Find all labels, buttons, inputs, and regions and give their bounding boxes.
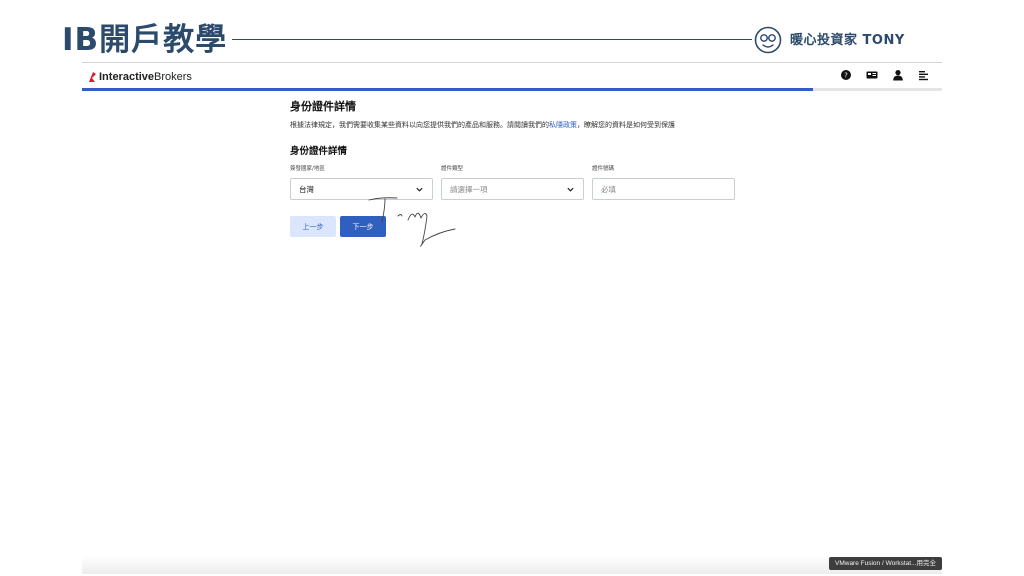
document-number-placeholder: 必填 — [601, 184, 616, 194]
vmware-tooltip: VMware Fusion / Workstat...用完全 — [829, 557, 942, 570]
section-title: 身份證件詳情 — [290, 146, 348, 157]
notice-text-after: ，瞭解您的資料是如何受到保護 — [577, 121, 675, 129]
menu-icon[interactable] — [918, 69, 930, 81]
ib-logo-text: InteractiveBrokers — [99, 70, 192, 84]
bottom-shade — [82, 556, 942, 574]
document-number-label: 證件號碼 — [592, 166, 615, 172]
top-icons: ? — [840, 69, 930, 81]
document-number-input[interactable]: 必填 — [592, 178, 735, 200]
ib-top-bar: InteractiveBrokers ? — [82, 64, 942, 88]
document-type-label: 證件類型 — [441, 166, 464, 172]
ib-logo[interactable]: InteractiveBrokers — [88, 70, 192, 84]
chevron-down-icon — [567, 187, 574, 192]
ib-logo-regular: Brokers — [154, 71, 192, 83]
id-card-icon[interactable] — [866, 69, 878, 81]
brand-name: 暖心投資家 TONY — [790, 33, 905, 48]
handwritten-signature — [368, 197, 456, 247]
help-icon[interactable]: ? — [840, 69, 852, 81]
ib-logo-mark-icon — [89, 72, 96, 82]
ib-window: InteractiveBrokers ? 身份證件詳情 根據法律規定，我們需要收… — [82, 64, 942, 574]
title-rule — [232, 39, 752, 40]
slide-divider — [82, 62, 942, 63]
issuing-country-value: 台灣 — [299, 184, 314, 194]
privacy-policy-link[interactable]: 私隱政策 — [549, 121, 577, 129]
progress-bar — [82, 88, 942, 91]
progress-bar-fill — [82, 88, 813, 91]
id-fields: 簽發國家/地區 台灣 證件類型 請選擇一項 證件號碼 必填 — [290, 166, 750, 200]
document-type-select[interactable]: 請選擇一項 — [441, 178, 584, 200]
form-content: 身份證件詳情 根據法律規定，我們需要收集某些資料以向您提供我們的產品和服務。請閱… — [290, 100, 750, 237]
svg-text:?: ? — [844, 72, 848, 80]
user-icon[interactable] — [892, 69, 904, 81]
issuing-country-label: 簽發國家/地區 — [290, 166, 325, 172]
document-number-field: 證件號碼 必填 — [592, 166, 735, 200]
notice-text-before: 根據法律規定，我們需要收集某些資料以向您提供我們的產品和服務。請閱讀我們的 — [290, 121, 549, 129]
ib-logo-bold: Interactive — [99, 71, 155, 83]
nav-buttons: 上一步 下一步 — [290, 216, 750, 237]
document-type-field: 證件類型 請選擇一項 — [441, 166, 584, 200]
slide-title: IB開戶教學 — [62, 22, 228, 58]
legal-notice: 根據法律規定，我們需要收集某些資料以向您提供我們的產品和服務。請閱讀我們的私隱政… — [290, 120, 750, 130]
page-title: 身份證件詳情 — [290, 100, 356, 113]
brand-logo-icon — [754, 26, 782, 54]
previous-button[interactable]: 上一步 — [290, 216, 336, 237]
